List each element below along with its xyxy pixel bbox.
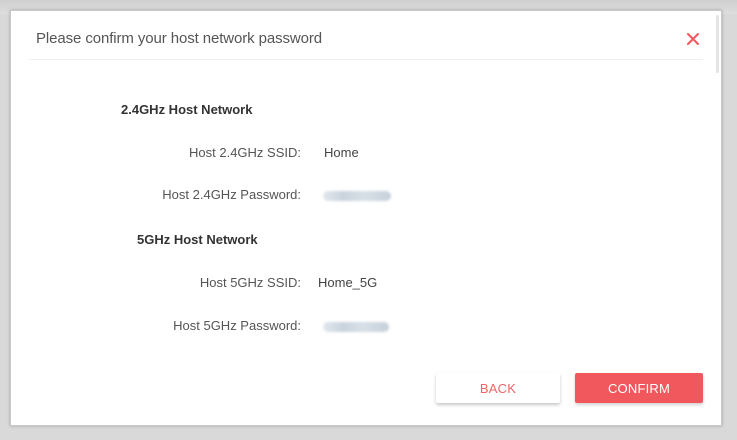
label-2g-ssid: Host 2.4GHz SSID: (189, 145, 301, 160)
dialog-title: Please confirm your host network passwor… (36, 30, 323, 47)
value-2g-ssid: Home (324, 145, 359, 160)
section-title-2g: 2.4GHz Host Network (121, 102, 253, 117)
value-5g-password-masked (323, 322, 389, 332)
label-5g-password: Host 5GHz Password: (173, 318, 301, 333)
header-divider (29, 59, 703, 60)
close-button[interactable] (679, 25, 707, 53)
dialog-header: Please confirm your host network passwor… (11, 11, 721, 73)
scrollbar[interactable] (716, 15, 719, 73)
section-title-5g: 5GHz Host Network (137, 232, 258, 247)
confirm-password-dialog: Please confirm your host network passwor… (10, 10, 722, 426)
back-button[interactable]: BACK (436, 373, 560, 403)
label-5g-ssid: Host 5GHz SSID: (199, 275, 301, 290)
close-icon (687, 33, 699, 45)
confirm-button[interactable]: CONFIRM (575, 373, 703, 403)
value-2g-password-masked (323, 191, 391, 201)
label-2g-password: Host 2.4GHz Password: (162, 187, 301, 202)
value-5g-ssid: Home_5G (318, 275, 378, 290)
